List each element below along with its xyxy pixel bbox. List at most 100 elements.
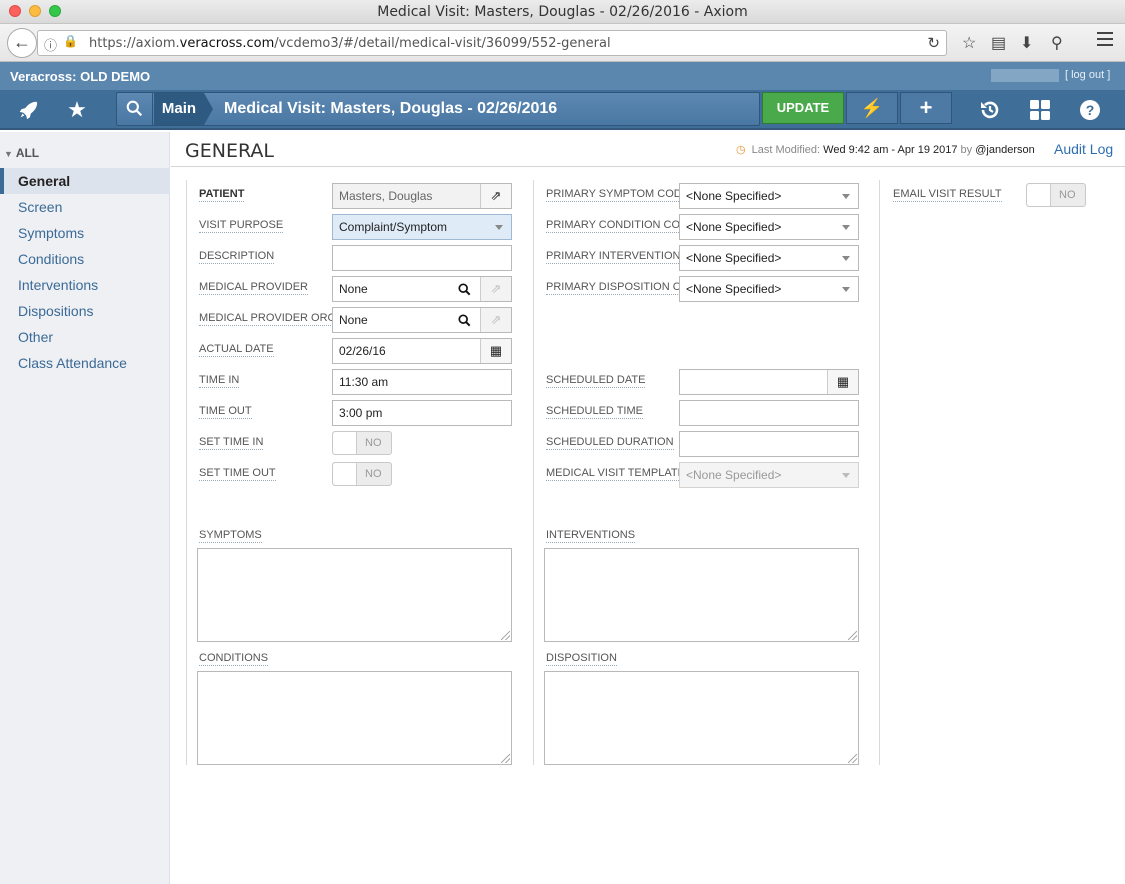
sidebar-item-interventions[interactable]: Interventions <box>0 272 170 298</box>
disposition-label: DISPOSITION <box>546 652 617 666</box>
primary-intervention-select[interactable]: <None Specified> <box>679 245 859 271</box>
column-divider-middle <box>533 180 534 765</box>
conditions-textarea[interactable] <box>197 671 512 765</box>
hamburger-menu-icon[interactable] <box>1097 32 1113 50</box>
reload-icon[interactable]: ↻ <box>927 34 940 52</box>
search-icon[interactable]: ⚲ <box>1051 33 1063 53</box>
interventions-textarea[interactable] <box>544 548 859 642</box>
logout-link[interactable]: [ log out ] <box>1065 69 1110 81</box>
audit-log-link[interactable]: Audit Log <box>1054 141 1113 157</box>
window-titlebar: Medical Visit: Masters, Douglas - 02/26/… <box>0 0 1125 24</box>
description-label: DESCRIPTION <box>199 250 275 264</box>
actual-date-label: ACTUAL DATE <box>199 343 274 357</box>
disposition-textarea[interactable] <box>544 671 859 765</box>
column-divider-right <box>879 180 880 765</box>
breadcrumb-main[interactable]: Main <box>154 93 204 125</box>
medical-visit-template-select: <None Specified> <box>679 462 859 488</box>
resize-grip-icon[interactable] <box>501 754 510 763</box>
symptoms-textarea[interactable] <box>197 548 512 642</box>
set-time-out-toggle[interactable]: NO <box>332 462 392 486</box>
update-button[interactable]: UPDATE <box>762 92 844 124</box>
chevron-down-icon <box>842 225 850 230</box>
primary-disposition-label: PRIMARY DISPOSITION C... <box>546 281 690 295</box>
description-input[interactable] <box>332 245 512 271</box>
conditions-label: CONDITIONS <box>199 652 269 666</box>
lock-icon: 🔒 <box>63 34 78 48</box>
column-divider-left <box>186 180 187 765</box>
url-text[interactable]: https://axiom.veracross.com/vcdemo3/#/de… <box>89 36 611 51</box>
resize-grip-icon[interactable] <box>848 631 857 640</box>
resize-grip-icon[interactable] <box>501 631 510 640</box>
primary-condition-code-label: PRIMARY CONDITION CODE <box>546 219 696 233</box>
app-top-bar: Veracross: OLD DEMO [ log out ] <box>0 62 1125 90</box>
grid-apps-icon[interactable] <box>1020 96 1060 124</box>
svg-text:?: ? <box>1086 102 1095 118</box>
open-provider-org-external-icon[interactable]: ⇗ <box>480 308 511 332</box>
primary-condition-code-select[interactable]: <None Specified> <box>679 214 859 240</box>
medical-provider-org-input[interactable]: None ⇗ <box>332 307 512 333</box>
quick-actions-bolt-button[interactable]: ⚡ <box>846 92 898 124</box>
time-in-input[interactable]: 11:30 am <box>332 369 512 395</box>
scheduled-date-label: SCHEDULED DATE <box>546 374 646 388</box>
scheduled-duration-label: SCHEDULED DURATION <box>546 436 674 450</box>
scheduled-date-input[interactable]: ▦ <box>679 369 859 395</box>
medical-provider-org-label: MEDICAL PROVIDER ORG... <box>199 312 346 326</box>
set-time-out-label: SET TIME OUT <box>199 467 276 481</box>
sidebar-item-conditions[interactable]: Conditions <box>0 246 170 272</box>
primary-disposition-select[interactable]: <None Specified> <box>679 276 859 302</box>
actual-date-input[interactable]: 02/26/16 ▦ <box>332 338 512 364</box>
patient-label: PATIENT <box>199 188 245 202</box>
info-icon[interactable]: ⓘ <box>44 35 57 54</box>
set-time-in-label: SET TIME IN <box>199 436 264 450</box>
calendar-icon[interactable]: ▦ <box>480 339 511 363</box>
sidebar-item-class-attendance[interactable]: Class Attendance <box>0 350 170 376</box>
search-icon[interactable] <box>458 308 471 332</box>
sidebar-item-other[interactable]: Other <box>0 324 170 350</box>
bookmark-star-icon[interactable]: ☆ <box>962 33 976 53</box>
search-icon[interactable] <box>117 93 153 125</box>
sidebar-item-screen[interactable]: Screen <box>0 194 170 220</box>
calendar-icon[interactable]: ▦ <box>827 370 858 394</box>
address-bar[interactable]: ⓘ 🔒 https://axiom.veracross.com/vcdemo3/… <box>37 30 947 56</box>
email-visit-result-toggle[interactable]: NO <box>1026 183 1086 207</box>
rocket-icon[interactable] <box>8 96 48 124</box>
symptoms-label: SYMPTOMS <box>199 529 262 543</box>
time-in-label: TIME IN <box>199 374 240 388</box>
interventions-label: INTERVENTIONS <box>546 529 636 543</box>
primary-symptom-code-select[interactable]: <None Specified> <box>679 183 859 209</box>
search-icon[interactable] <box>458 277 471 301</box>
scheduled-time-label: SCHEDULED TIME <box>546 405 643 419</box>
sidebar-item-symptoms[interactable]: Symptoms <box>0 220 170 246</box>
favorites-star-icon[interactable]: ★ <box>57 96 97 124</box>
set-time-in-toggle[interactable]: NO <box>332 431 392 455</box>
breadcrumb: Main Medical Visit: Masters, Douglas - 0… <box>116 92 760 126</box>
sidebar-item-dispositions[interactable]: Dispositions <box>0 298 170 324</box>
back-button[interactable]: ← <box>7 28 37 58</box>
primary-intervention-label: PRIMARY INTERVENTION ... <box>546 250 693 264</box>
reader-list-icon[interactable]: ▤ <box>991 33 1006 53</box>
open-provider-external-icon[interactable]: ⇗ <box>480 277 511 301</box>
sidebar-item-general[interactable]: General <box>0 168 170 194</box>
open-patient-external-icon[interactable]: ⇗ <box>480 184 511 208</box>
header-divider <box>171 166 1125 167</box>
medical-visit-template-label: MEDICAL VISIT TEMPLATE <box>546 467 685 481</box>
history-icon[interactable] <box>970 96 1010 124</box>
medical-provider-input[interactable]: None ⇗ <box>332 276 512 302</box>
chevron-down-icon <box>842 194 850 199</box>
sidebar-all-toggle[interactable]: ▼ ALL <box>4 146 39 160</box>
download-icon[interactable]: ⬇ <box>1020 33 1033 53</box>
chevron-down-icon <box>842 473 850 478</box>
email-visit-result-label: EMAIL VISIT RESULT <box>893 188 1002 202</box>
scheduled-duration-input[interactable] <box>679 431 859 457</box>
app-nav-bar: ★ Main Medical Visit: Masters, Douglas -… <box>0 90 1125 130</box>
visit-purpose-select[interactable]: Complaint/Symptom <box>332 214 512 240</box>
primary-symptom-code-label: PRIMARY SYMPTOM CODE <box>546 188 690 202</box>
add-button[interactable]: + <box>900 92 952 124</box>
browser-toolbar: ← ⓘ 🔒 https://axiom.veracross.com/vcdemo… <box>0 24 1125 62</box>
patient-field: Masters, Douglas ⇗ <box>332 183 512 209</box>
time-out-input[interactable]: 3:00 pm <box>332 400 512 426</box>
help-icon[interactable]: ? <box>1070 96 1110 124</box>
last-modified: ◷ Last Modified: Wed 9:42 am - Apr 19 201… <box>736 144 1035 156</box>
resize-grip-icon[interactable] <box>848 754 857 763</box>
scheduled-time-input[interactable] <box>679 400 859 426</box>
